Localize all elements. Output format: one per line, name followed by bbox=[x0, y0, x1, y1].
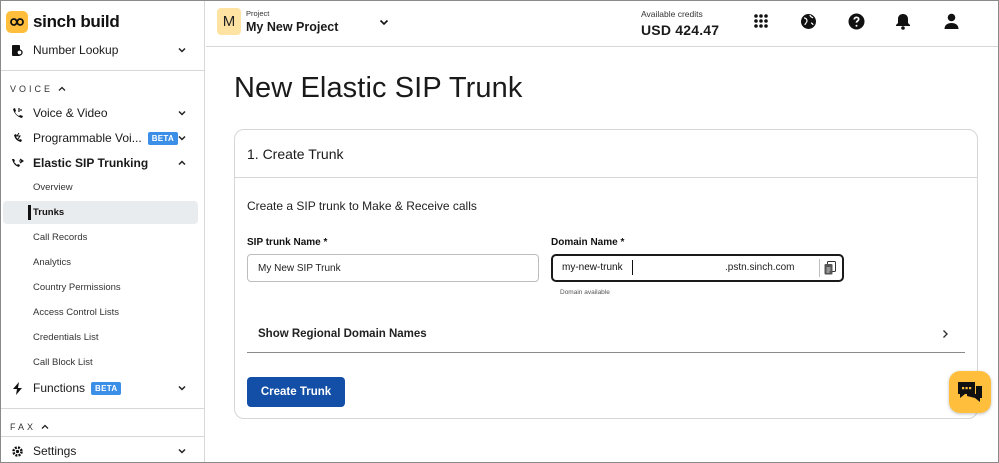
section-label: FAX bbox=[10, 422, 37, 432]
voice-video-icon bbox=[10, 106, 24, 120]
beta-badge: BETA bbox=[91, 381, 122, 395]
globe-icon[interactable] bbox=[799, 12, 817, 30]
sidebar: sinch build Number Lookup VOICE Voice & … bbox=[0, 0, 205, 463]
card-header: 1. Create Trunk bbox=[235, 130, 977, 178]
domain-name-label: Domain Name * bbox=[551, 237, 625, 248]
create-trunk-button[interactable]: Create Trunk bbox=[247, 377, 345, 407]
domain-name-value: my-new-trunk bbox=[562, 262, 623, 273]
chevron-down-icon bbox=[178, 135, 186, 141]
sidebar-item-voice-video[interactable]: Voice & Video bbox=[10, 102, 196, 124]
chevron-down-icon bbox=[178, 110, 186, 116]
top-bar: M Project My New Project Available credi… bbox=[206, 0, 999, 47]
sidebar-item-number-lookup[interactable]: Number Lookup bbox=[10, 39, 196, 61]
beta-badge: BETA bbox=[147, 131, 179, 145]
sidebar-item-label: Number Lookup bbox=[33, 43, 119, 57]
card-title: 1. Create Trunk bbox=[247, 146, 344, 162]
apps-grid-icon[interactable] bbox=[752, 12, 770, 30]
sip-trunk-name-label: SIP trunk Name * bbox=[247, 237, 328, 248]
domain-suffix: .pstn.sinch.com bbox=[725, 262, 795, 273]
programmable-voice-icon bbox=[10, 131, 24, 145]
sinch-logo-icon bbox=[6, 11, 28, 33]
sidebar-item-label: Elastic SIP Trunking bbox=[33, 156, 149, 170]
sidebar-subitem-overview[interactable]: Overview bbox=[3, 176, 198, 199]
chevron-up-icon bbox=[178, 160, 186, 166]
section-voice[interactable]: VOICE bbox=[10, 84, 67, 94]
gear-icon bbox=[10, 444, 24, 458]
number-lookup-icon bbox=[10, 43, 24, 57]
chevron-up-icon bbox=[58, 86, 66, 91]
section-fax[interactable]: FAX bbox=[10, 422, 50, 432]
project-avatar[interactable]: M bbox=[217, 8, 241, 35]
credits-caption: Available credits bbox=[641, 9, 703, 19]
chevron-down-icon bbox=[178, 385, 186, 391]
sidebar-subitem-credentials-list[interactable]: Credentials List bbox=[3, 326, 198, 349]
main-content: New Elastic SIP Trunk 1. Create Trunk Cr… bbox=[206, 48, 999, 463]
sidebar-item-settings[interactable]: Settings bbox=[10, 440, 196, 462]
sidebar-item-elastic-sip-trunking[interactable]: Elastic SIP Trunking bbox=[10, 152, 196, 174]
sidebar-subitem-analytics[interactable]: Analytics bbox=[3, 251, 198, 274]
sidebar-subitem-country-permissions[interactable]: Country Permissions bbox=[3, 276, 198, 299]
sidebar-subitem-trunks[interactable]: Trunks bbox=[3, 201, 198, 224]
chevron-right-icon bbox=[943, 330, 948, 338]
chat-icon bbox=[958, 382, 982, 402]
sidebar-subitem-access-control-lists[interactable]: Access Control Lists bbox=[3, 301, 198, 324]
chevron-down-icon[interactable] bbox=[378, 16, 390, 28]
sidebar-subitem-call-block-list[interactable]: Call Block List bbox=[3, 351, 198, 374]
bell-icon[interactable] bbox=[894, 12, 912, 30]
sidebar-item-label: Functions bbox=[33, 381, 86, 395]
sidebar-subitem-call-records[interactable]: Call Records bbox=[3, 226, 198, 249]
sidebar-item-label: Settings bbox=[33, 444, 77, 458]
sidebar-divider bbox=[0, 436, 205, 437]
sidebar-divider bbox=[0, 70, 205, 71]
sip-trunking-icon bbox=[10, 156, 24, 170]
project-name[interactable]: My New Project bbox=[246, 20, 338, 34]
sidebar-item-label: Voice & Video bbox=[33, 106, 108, 120]
page-title: New Elastic SIP Trunk bbox=[234, 72, 523, 104]
sidebar-item-programmable-voice[interactable]: Programmable Voi... BETA bbox=[10, 127, 196, 149]
copy-icon[interactable] bbox=[819, 259, 839, 277]
chevron-up-icon bbox=[41, 424, 49, 429]
sidebar-item-label: Programmable Voi... bbox=[33, 131, 142, 145]
create-trunk-card: 1. Create Trunk Create a SIP trunk to Ma… bbox=[234, 129, 978, 419]
text-caret bbox=[632, 260, 633, 275]
logo[interactable]: sinch build bbox=[6, 10, 120, 34]
sidebar-item-functions[interactable]: Functions BETA bbox=[10, 377, 196, 399]
chevron-down-icon bbox=[178, 47, 186, 53]
sip-trunk-name-input[interactable]: My New SIP Trunk bbox=[247, 254, 539, 282]
card-description: Create a SIP trunk to Make & Receive cal… bbox=[247, 199, 477, 213]
chat-support-button[interactable] bbox=[949, 371, 991, 413]
logo-text: sinch build bbox=[33, 12, 120, 31]
domain-name-input[interactable]: my-new-trunk .pstn.sinch.com bbox=[551, 254, 844, 282]
sip-trunk-name-value: My New SIP Trunk bbox=[258, 262, 341, 274]
regional-domains-label: Show Regional Domain Names bbox=[258, 328, 427, 340]
credits-value: USD 424.47 bbox=[641, 22, 720, 38]
project-caption: Project bbox=[246, 9, 270, 18]
domain-available-hint: Domain available bbox=[560, 289, 610, 296]
chevron-down-icon bbox=[178, 448, 186, 454]
sidebar-divider bbox=[0, 408, 205, 409]
help-icon[interactable] bbox=[847, 12, 865, 30]
section-label: VOICE bbox=[10, 84, 54, 94]
account-icon[interactable] bbox=[942, 12, 960, 30]
show-regional-domains-toggle[interactable]: Show Regional Domain Names bbox=[247, 315, 965, 353]
lightning-icon bbox=[10, 381, 24, 395]
